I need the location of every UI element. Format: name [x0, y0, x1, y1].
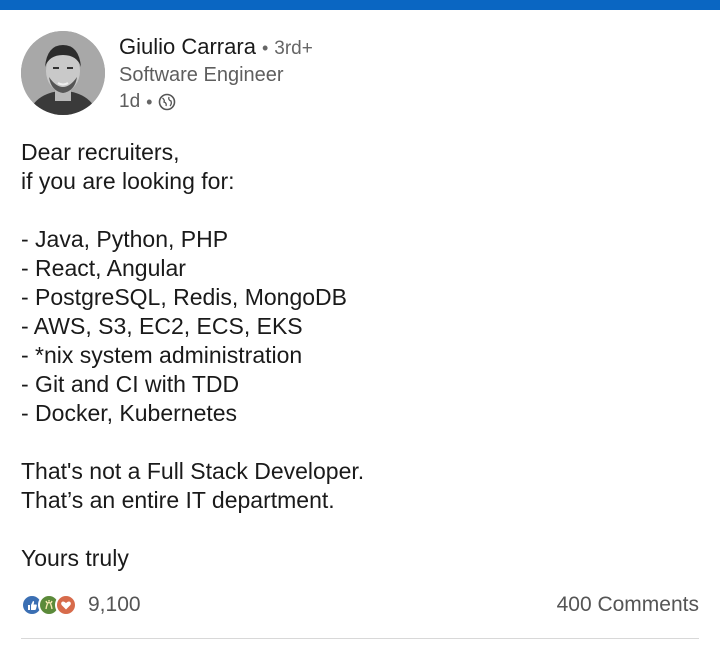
post-body-line: Yours truly: [21, 545, 129, 571]
social-counts: 9,100 400 Comments: [21, 590, 699, 620]
divider: [21, 638, 699, 639]
author-name[interactable]: Giulio Carrara: [119, 34, 256, 59]
post-body-line: - Java, Python, PHP: [21, 226, 229, 252]
connection-degree: 3rd+: [274, 38, 313, 59]
post-body-line: - *nix system administration: [21, 342, 303, 368]
post-meta: 1d •: [119, 89, 176, 115]
reaction-summary[interactable]: 9,100: [21, 593, 141, 617]
post-body-line: - Git and CI with TDD: [21, 371, 240, 397]
author-avatar[interactable]: [21, 31, 105, 115]
post-body: Dear recruiters, if you are looking for: -…: [21, 138, 701, 573]
separator-dot: •: [146, 92, 153, 112]
post-body-line: - PostgreSQL, Redis, MongoDB: [21, 284, 347, 310]
globe-icon: [158, 93, 176, 111]
comments-link[interactable]: 400 Comments: [557, 593, 699, 617]
post-body-line: - AWS, S3, EC2, ECS, EKS: [21, 313, 303, 339]
top-brand-bar: [0, 0, 720, 10]
post-body-line: if you are looking for:: [21, 168, 235, 194]
separator-dot: •: [261, 38, 269, 58]
post-age[interactable]: 1d: [119, 89, 140, 115]
post-body-line: - Docker, Kubernetes: [21, 400, 238, 426]
post-body-line: That’s an entire IT department.: [21, 487, 335, 513]
reaction-count: 9,100: [88, 593, 141, 616]
author-name-row: Giulio Carrara • 3rd+: [119, 33, 313, 63]
avatar-photo: [21, 31, 105, 115]
author-headline: Software Engineer: [119, 64, 284, 86]
love-icon: [55, 594, 77, 616]
post-body-line: Dear recruiters,: [21, 139, 180, 165]
post-body-line: That's not a Full Stack Developer.: [21, 458, 365, 484]
post-body-line: - React, Angular: [21, 255, 186, 281]
